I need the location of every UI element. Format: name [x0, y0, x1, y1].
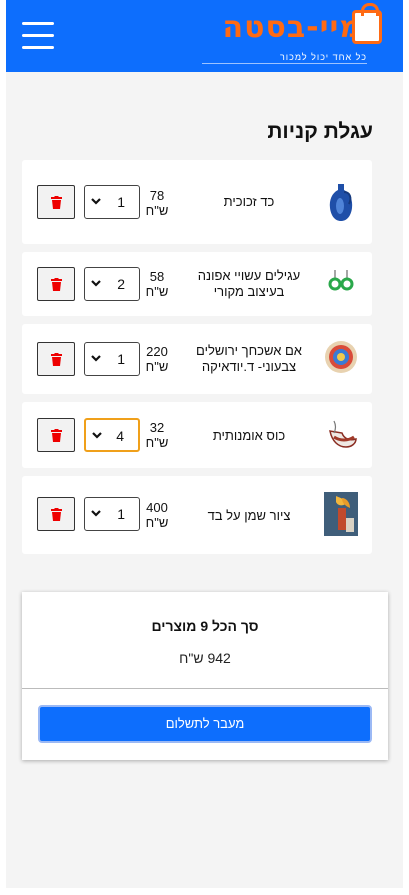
- cart-item: עגילים עשויי אפונה בעיצוב מקורי 58 ש"ח 2: [22, 252, 372, 316]
- quantity-value: 1: [117, 506, 125, 522]
- chevron-down-icon: [91, 510, 101, 517]
- price-unit: ש"ח: [145, 284, 169, 299]
- quantity-value: 1: [117, 194, 125, 210]
- cart-item: אם אשכחך ירושלים צבעוני- ד.יודאיקה 220 ש…: [22, 324, 372, 394]
- chevron-down-icon: [91, 198, 101, 205]
- quantity-select[interactable]: 1: [84, 342, 140, 376]
- quantity-select[interactable]: 1: [84, 185, 140, 219]
- page-title: עגלת קניות: [267, 120, 373, 143]
- price-value: 78: [149, 188, 165, 203]
- price-unit: ש"ח: [145, 359, 169, 374]
- item-name[interactable]: כוס אומנותית: [184, 428, 314, 444]
- cart-page: עגלת קניות כד זכוכית 78 ש"ח 1 עגילים עשו…: [6, 72, 403, 888]
- price-unit: ש"ח: [145, 203, 169, 218]
- delete-button[interactable]: [37, 185, 75, 219]
- summary-total: 942 ש"ח: [179, 650, 231, 666]
- price-unit: ש"ח: [145, 515, 169, 530]
- item-price: 220 ש"ח: [138, 344, 176, 374]
- price-value: 32: [149, 420, 165, 435]
- cart-item: ציור שמן על בד 400 ש"ח 1: [22, 476, 372, 554]
- quantity-select[interactable]: 2: [84, 267, 140, 301]
- quantity-select[interactable]: 1: [84, 497, 140, 531]
- trash-icon: [51, 429, 62, 442]
- trash-icon: [51, 508, 62, 521]
- cart-item: כוס אומנותית 32 ש"ח 4: [22, 402, 372, 468]
- item-name[interactable]: כד זכוכית: [184, 194, 314, 210]
- chevron-down-icon: [91, 280, 101, 287]
- hamburger-menu-icon[interactable]: [22, 22, 54, 52]
- checkout-button[interactable]: מעבר לתשלום: [38, 705, 372, 743]
- order-summary: סך הכל 9 מוצרים 942 ש"ח מעבר לתשלום: [22, 592, 388, 760]
- price-value: 220: [146, 344, 168, 359]
- logo-text: מיי-בסטה: [222, 10, 362, 45]
- price-value: 400: [146, 500, 168, 515]
- delete-button[interactable]: [37, 342, 75, 376]
- green-earrings-thumbnail: [328, 270, 354, 291]
- quantity-value: 1: [117, 351, 125, 367]
- item-name[interactable]: עגילים עשויי אפונה בעיצוב מקורי: [184, 268, 314, 300]
- item-name[interactable]: ציור שמן על בד: [184, 508, 314, 524]
- item-name[interactable]: אם אשכחך ירושלים צבעוני- ד.יודאיקה: [184, 343, 314, 375]
- item-price: 400 ש"ח: [138, 500, 176, 530]
- app-header: מיי-בסטה כל אחד יכול למכור: [6, 0, 403, 72]
- blue-glass-jug-thumbnail: [329, 184, 353, 221]
- summary-divider: [22, 688, 388, 689]
- item-price: 78 ש"ח: [138, 188, 176, 218]
- price-unit: ש"ח: [145, 435, 169, 450]
- item-price: 58 ש"ח: [138, 269, 176, 299]
- delete-button[interactable]: [37, 418, 75, 452]
- quantity-value: 4: [116, 428, 124, 444]
- cart-item: כד זכוכית 78 ש"ח 1: [22, 160, 372, 244]
- chevron-down-icon: [91, 355, 101, 362]
- delete-button[interactable]: [37, 267, 75, 301]
- colorful-plate-thumbnail: [325, 341, 357, 373]
- chevron-down-icon: [92, 432, 102, 439]
- summary-title: סך הכל 9 מוצרים: [151, 618, 259, 634]
- delete-button[interactable]: [37, 497, 75, 531]
- quantity-value: 2: [117, 276, 125, 292]
- trash-icon: [51, 353, 62, 366]
- trash-icon: [51, 196, 62, 209]
- item-price: 32 ש"ח: [138, 420, 176, 450]
- quantity-select[interactable]: 4: [84, 418, 140, 452]
- site-logo[interactable]: מיי-בסטה כל אחד יכול למכור: [202, 3, 384, 66]
- shopping-bag-icon: [352, 3, 382, 44]
- logo-tagline: כל אחד יכול למכור: [202, 52, 367, 64]
- oil-painting-thumbnail: [324, 492, 358, 536]
- price-value: 58: [149, 269, 165, 284]
- art-cup-thumbnail: [329, 420, 357, 448]
- trash-icon: [51, 278, 62, 291]
